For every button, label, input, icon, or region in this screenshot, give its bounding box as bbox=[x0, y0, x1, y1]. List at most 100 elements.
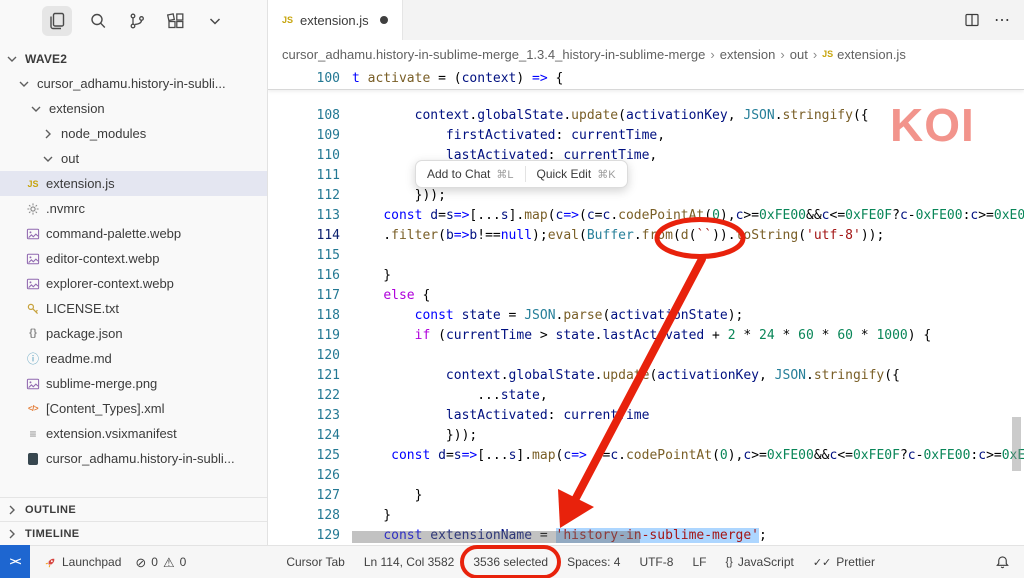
launchpad-label: Launchpad bbox=[62, 555, 121, 569]
line-number[interactable]: 115 bbox=[268, 246, 340, 266]
code-line-111[interactable]: 111 bbox=[268, 166, 1024, 186]
code-line-114[interactable]: 114 .filter(b=>b!==null);eval(Buffer.fro… bbox=[268, 226, 1024, 246]
tree-item-out[interactable]: out bbox=[0, 146, 267, 171]
code-line-113[interactable]: 113 const d=s=>[...s].map(c=>(c=c.codePo… bbox=[268, 206, 1024, 226]
line-number[interactable]: 121 bbox=[268, 366, 340, 386]
code-line-117[interactable]: 117 else { bbox=[268, 286, 1024, 306]
line-number[interactable]: 100 bbox=[268, 68, 340, 89]
source-control-icon[interactable] bbox=[124, 8, 150, 34]
tree-item-readme-md[interactable]: ⓘreadme.md bbox=[0, 346, 267, 371]
breadcrumb-item-cursor-adhamu-history-in-sublime-merge-1-3-4-history-in-sublime-merge[interactable]: cursor_adhamu.history-in-sublime-merge_1… bbox=[282, 47, 705, 62]
code-line-126[interactable]: 126 bbox=[268, 466, 1024, 486]
breadcrumb-item-extension-js[interactable]: JSextension.js bbox=[822, 47, 906, 62]
modified-indicator[interactable] bbox=[380, 16, 388, 24]
code-line-100[interactable]: 100t activate = (context) => { bbox=[268, 68, 1024, 89]
tree-item-extension-vsixmanifest[interactable]: ≡extension.vsixmanifest bbox=[0, 421, 267, 446]
status-cursor-tab[interactable]: Cursor Tab bbox=[286, 555, 344, 569]
tree-item-extension[interactable]: extension bbox=[0, 96, 267, 121]
image-icon bbox=[25, 376, 41, 392]
code-area[interactable]: 108 context.globalState.update(activatio… bbox=[268, 106, 1024, 545]
vertical-scrollbar-thumb[interactable] bbox=[1012, 417, 1021, 471]
line-number[interactable]: 127 bbox=[268, 486, 340, 506]
line-number[interactable]: 122 bbox=[268, 386, 340, 406]
line-number[interactable]: 129 bbox=[268, 526, 340, 545]
code-line-119[interactable]: 119 if (currentTime > state.lastActivate… bbox=[268, 326, 1024, 346]
status-ln-114-col-3582[interactable]: Ln 114, Col 3582 bbox=[364, 555, 455, 569]
line-number[interactable]: 108 bbox=[268, 106, 340, 126]
split-editor-icon[interactable] bbox=[964, 12, 980, 28]
code-line-125[interactable]: 125 const d=s=>[...s].map(c=> c=c.codePo… bbox=[268, 446, 1024, 466]
line-number[interactable]: 120 bbox=[268, 346, 340, 366]
tree-item-content-types-xml[interactable]: </>[Content_Types].xml bbox=[0, 396, 267, 421]
sidebar: WAVE2cursor_adhamu.history-in-subli...ex… bbox=[0, 0, 268, 545]
code-line-128[interactable]: 128 } bbox=[268, 506, 1024, 526]
code-line-122[interactable]: 122 ...state, bbox=[268, 386, 1024, 406]
status-javascript[interactable]: {}JavaScript bbox=[725, 555, 793, 569]
edit-tooltip: Add to Chat ⌘L Quick Edit ⌘K bbox=[415, 160, 628, 188]
line-number[interactable]: 111 bbox=[268, 166, 340, 186]
tree-item-extension-js[interactable]: JSextension.js bbox=[0, 171, 267, 196]
line-number[interactable]: 123 bbox=[268, 406, 340, 426]
tree-item-wave2[interactable]: WAVE2 bbox=[0, 46, 267, 71]
code-line-120[interactable]: 120 bbox=[268, 346, 1024, 366]
tree-item-license-txt[interactable]: LICENSE.txt bbox=[0, 296, 267, 321]
status-lf[interactable]: LF bbox=[692, 555, 706, 569]
status-problems[interactable]: ⊘ 0 ⚠ 0 bbox=[135, 555, 186, 569]
status-utf-8[interactable]: UTF-8 bbox=[639, 555, 673, 569]
line-number[interactable]: 124 bbox=[268, 426, 340, 446]
tree-item-package-json[interactable]: {}package.json bbox=[0, 321, 267, 346]
horizontal-scrollbar-thumb[interactable] bbox=[352, 531, 640, 543]
timeline-panel-header[interactable]: TIMELINE bbox=[0, 521, 267, 545]
code-line-124[interactable]: 124 })); bbox=[268, 426, 1024, 446]
tree-item-cursor-adhamu-history-in-subli[interactable]: cursor_adhamu.history-in-subli... bbox=[0, 71, 267, 96]
tree-item-nvmrc[interactable]: .nvmrc bbox=[0, 196, 267, 221]
status-spaces-4[interactable]: Spaces: 4 bbox=[567, 555, 620, 569]
code-line-118[interactable]: 118 const state = JSON.parse(activationS… bbox=[268, 306, 1024, 326]
line-number[interactable]: 110 bbox=[268, 146, 340, 166]
tree-item-command-palette-webp[interactable]: command-palette.webp bbox=[0, 221, 267, 246]
quick-edit-label: Quick Edit bbox=[537, 167, 592, 181]
extensions-icon[interactable] bbox=[163, 8, 189, 34]
tree-item-editor-context-webp[interactable]: editor-context.webp bbox=[0, 246, 267, 271]
code-line-116[interactable]: 116 } bbox=[268, 266, 1024, 286]
koi-watermark: KOI bbox=[890, 98, 975, 152]
chevron-down-icon[interactable] bbox=[202, 8, 228, 34]
notification-bell[interactable] bbox=[995, 555, 1024, 570]
remote-indicator[interactable]: >< bbox=[0, 545, 30, 578]
outline-panel-header[interactable]: OUTLINE bbox=[0, 497, 267, 521]
line-number[interactable]: 109 bbox=[268, 126, 340, 146]
tree-item-cursor-adhamu-history-in-subli[interactable]: cursor_adhamu.history-in-subli... bbox=[0, 446, 267, 471]
search-icon[interactable] bbox=[85, 8, 111, 34]
breadcrumb-item-out[interactable]: out bbox=[790, 47, 808, 62]
tab-extension-js[interactable]: JS extension.js bbox=[268, 0, 403, 40]
line-number[interactable]: 126 bbox=[268, 466, 340, 486]
status-prettier[interactable]: ✓✓Prettier bbox=[813, 555, 875, 569]
line-number[interactable]: 113 bbox=[268, 206, 340, 226]
tree-item-label: extension bbox=[49, 101, 105, 116]
tree-item-explorer-context-webp[interactable]: explorer-context.webp bbox=[0, 271, 267, 296]
more-actions-icon[interactable]: ⋯ bbox=[994, 10, 1010, 30]
line-number[interactable]: 116 bbox=[268, 266, 340, 286]
code-line-112[interactable]: 112 })); bbox=[268, 186, 1024, 206]
status-3536-selected[interactable]: 3536 selected bbox=[473, 555, 548, 569]
code-line-115[interactable]: 115 bbox=[268, 246, 1024, 266]
line-number[interactable]: 114 bbox=[268, 226, 340, 246]
line-number[interactable]: 125 bbox=[268, 446, 340, 466]
breadcrumb-item-extension[interactable]: extension bbox=[720, 47, 776, 62]
chevron-right-icon bbox=[40, 126, 56, 142]
tree-item-sublime-merge-png[interactable]: sublime-merge.png bbox=[0, 371, 267, 396]
code-line-123[interactable]: 123 lastActivated: currentTime bbox=[268, 406, 1024, 426]
quick-edit-button[interactable]: Quick Edit ⌘K bbox=[526, 161, 627, 187]
status-launchpad[interactable]: Launchpad bbox=[44, 555, 121, 569]
line-number[interactable]: 128 bbox=[268, 506, 340, 526]
line-number[interactable]: 119 bbox=[268, 326, 340, 346]
tree-item-node-modules[interactable]: node_modules bbox=[0, 121, 267, 146]
explorer-icon[interactable] bbox=[42, 6, 72, 36]
code-line-127[interactable]: 127 } bbox=[268, 486, 1024, 506]
add-to-chat-button[interactable]: Add to Chat ⌘L bbox=[416, 161, 525, 187]
line-number[interactable]: 112 bbox=[268, 186, 340, 206]
code-line-121[interactable]: 121 context.globalState.update(activatio… bbox=[268, 366, 1024, 386]
line-number[interactable]: 118 bbox=[268, 306, 340, 326]
line-number[interactable]: 117 bbox=[268, 286, 340, 306]
editor[interactable]: KOI 100t activate = (context) => { 108 c… bbox=[268, 68, 1024, 545]
